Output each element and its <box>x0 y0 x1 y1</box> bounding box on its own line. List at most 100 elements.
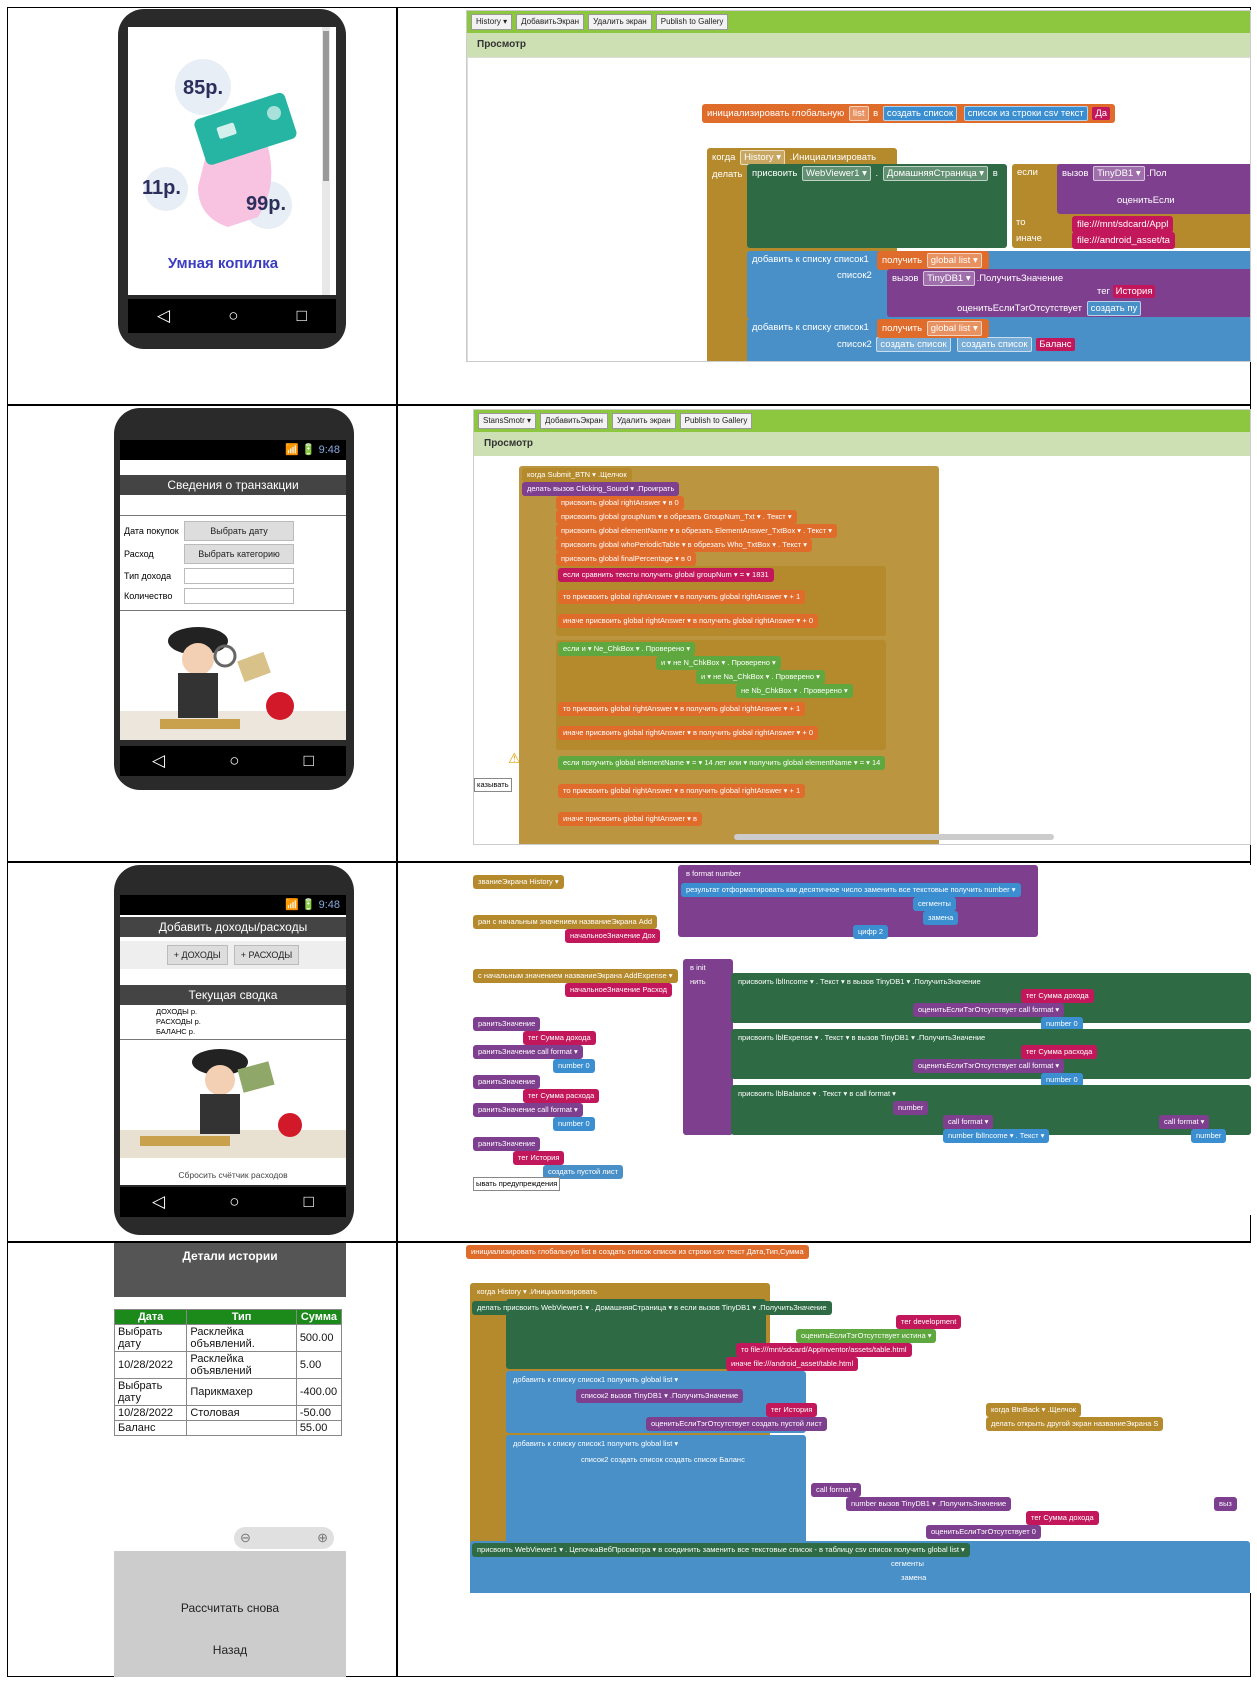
code-line[interactable]: добавить к списку список1 получить globa… <box>508 1373 684 1387</box>
code-line[interactable]: ранитьЗначение <box>473 1017 541 1031</box>
code-line[interactable]: иначе присвоить global rightAnswer ▾ в п… <box>558 726 819 740</box>
add-screen-button[interactable]: ДобавитьЭкран <box>540 413 608 429</box>
code-line[interactable]: если и ▾ Ne_ChkBox ▾ . Проверено ▾ <box>558 642 696 656</box>
zoom-in-icon[interactable]: ⊕ <box>317 1530 328 1546</box>
back-icon[interactable]: ◁ <box>152 751 165 771</box>
code-line[interactable]: number <box>893 1101 929 1115</box>
code-line[interactable]: тег Сумма дохода <box>1026 1511 1099 1525</box>
choose-category-button[interactable]: Выбрать категорию <box>184 544 294 564</box>
string-block[interactable]: file:///android_asset/ta <box>1072 232 1175 249</box>
code-line[interactable]: иначе file:///android_asset/table.html <box>726 1357 859 1371</box>
code-line[interactable]: присвоить global whoPeriodicTable ▾ в об… <box>556 538 813 552</box>
income-type-input[interactable] <box>184 568 294 584</box>
code-line[interactable]: выз <box>1214 1497 1237 1511</box>
code-line[interactable]: и ▾ не Na_ChkBox ▾ . Проверено ▾ <box>696 670 825 684</box>
tinydb-call-block[interactable]: вызов TinyDB1 ▾ .Пол оценитьЕсли <box>1057 164 1250 214</box>
add-to-list-block[interactable]: добавить к списку список1 список2 создат… <box>747 319 1250 361</box>
code-line[interactable]: присвоить global groupNum ▾ в обрезать G… <box>556 510 797 524</box>
code-line[interactable]: тег История <box>766 1403 818 1417</box>
code-line[interactable]: начальноеЗначение Расход <box>565 983 673 997</box>
get-global-block[interactable]: получить global list ▾ <box>877 319 989 338</box>
code-line[interactable]: сегменты <box>886 1557 929 1571</box>
code-line[interactable]: если получить global elementName ▾ = ▾ 1… <box>558 756 886 770</box>
code-line[interactable]: замена <box>896 1571 932 1585</box>
code-line[interactable]: замена <box>923 911 959 925</box>
recents-icon[interactable]: □ <box>304 751 314 771</box>
code-line[interactable]: иначе присвоить global rightAnswer ▾ в п… <box>558 614 819 628</box>
code-line[interactable]: оценитьЕслиТэгОтсутствует 0 <box>926 1525 1041 1539</box>
add-income-button[interactable]: + ДОХОДЫ <box>166 945 228 965</box>
code-line[interactable]: тег development <box>896 1315 962 1329</box>
code-line[interactable]: тег Сумма дохода <box>1021 989 1094 1003</box>
code-line[interactable]: добавить к списку список1 получить globa… <box>508 1437 684 1451</box>
code-line[interactable]: то присвоить global rightAnswer ▾ в полу… <box>558 702 806 716</box>
code-line[interactable]: цифр 2 <box>853 925 889 939</box>
add-screen-button[interactable]: ДобавитьЭкран <box>516 14 585 30</box>
recents-icon[interactable]: □ <box>297 306 307 326</box>
remove-screen-button[interactable]: Удалить экран <box>611 413 676 429</box>
string-block[interactable]: file:///mnt/sdcard/Appl <box>1072 216 1174 233</box>
code-line[interactable]: тег История <box>513 1151 565 1165</box>
code-line[interactable]: number 0 <box>553 1059 595 1073</box>
code-line[interactable]: call format ▾ <box>943 1115 994 1129</box>
code-line[interactable]: список2 вызов TinyDB1 ▾ .ПолучитьЗначени… <box>576 1389 744 1403</box>
code-line[interactable]: присвоить lblBalance ▾ . Текст ▾ в call … <box>733 1087 901 1101</box>
code-line[interactable]: то присвоить global rightAnswer ▾ в полу… <box>558 590 806 604</box>
code-line[interactable]: когда Submit_BTN ▾ .Щелчок <box>522 468 632 482</box>
code-line[interactable]: то file:///mnt/sdcard/AppInventor/assets… <box>736 1343 912 1357</box>
code-line[interactable]: ранитьЗначение <box>473 1137 541 1151</box>
code-line[interactable]: делать открыть другой экран названиеЭкра… <box>986 1417 1164 1431</box>
home-icon[interactable]: ○ <box>229 751 239 771</box>
code-line[interactable]: когда History ▾ .Инициализировать <box>472 1285 603 1299</box>
amount-input[interactable] <box>184 588 294 604</box>
code-line[interactable]: иначе присвоить global rightAnswer ▾ в <box>558 812 702 826</box>
back-button[interactable]: Назад <box>114 1643 346 1657</box>
show-warnings-toggle[interactable]: ывать предупреждения <box>473 1177 561 1191</box>
publish-button[interactable]: Publish to Gallery <box>655 14 729 30</box>
publish-button[interactable]: Publish to Gallery <box>679 413 753 429</box>
recents-icon[interactable]: □ <box>304 1192 314 1212</box>
code-line[interactable]: в format number <box>681 867 746 881</box>
code-line[interactable]: с начальным значением названиеЭкрана Add… <box>473 969 678 983</box>
back-icon[interactable]: ◁ <box>152 1192 165 1212</box>
code-line[interactable]: если сравнить тексты получить global gro… <box>558 568 774 582</box>
code-line[interactable]: присвоить global elementName ▾ в обрезат… <box>556 524 838 538</box>
code-line[interactable]: присвоить global rightAnswer ▾ в 0 <box>556 496 684 510</box>
code-line[interactable]: оценитьЕслиТэгОтсутствует создать пустой… <box>646 1417 827 1431</box>
code-line[interactable]: делать присвоить WebViewer1 ▾ . Домашняя… <box>472 1301 832 1315</box>
code-line[interactable]: оценитьЕслиТэгОтсутствует call format ▾ <box>913 1059 1065 1073</box>
horizontal-scrollbar[interactable] <box>734 834 1054 840</box>
screen-selector[interactable]: StansSmotr ▾ <box>478 413 537 429</box>
set-homepage-block[interactable]: присвоить WebViewer1 ▾ . ДомашняяСтраниц… <box>747 164 1007 248</box>
tinydb-getvalue-block[interactable]: вызов TinyDB1 ▾ .ПолучитьЗначение тег Ист… <box>887 269 1250 317</box>
code-line[interactable]: call format ▾ <box>1159 1115 1210 1129</box>
code-line[interactable]: number вызов TinyDB1 ▾ .ПолучитьЗначение <box>846 1497 1012 1511</box>
code-line[interactable]: number <box>1191 1129 1227 1143</box>
zoom-control[interactable]: ⊖ ⊕ <box>234 1527 334 1549</box>
reset-expenses-button[interactable]: Сбросить счётчик расходов <box>120 1170 346 1180</box>
code-line[interactable]: званиеЭкрана History ▾ <box>473 875 564 889</box>
code-line[interactable]: call format ▾ <box>811 1483 862 1497</box>
code-line[interactable]: делать вызов Clicking_Sound ▾ .Проиграть <box>522 482 680 496</box>
code-line[interactable]: ранитьЗначение call format ▾ <box>473 1045 583 1059</box>
home-icon[interactable]: ○ <box>229 1192 239 1212</box>
code-line[interactable]: когда BtnBack ▾ .Щелчок <box>986 1403 1082 1417</box>
choose-date-button[interactable]: Выбрать дату <box>184 521 294 541</box>
code-line[interactable]: список2 создать список создать список Ба… <box>576 1453 750 1467</box>
code-line[interactable]: тег Сумма расхода <box>1021 1045 1098 1059</box>
code-line[interactable]: number 0 <box>553 1117 595 1131</box>
zoom-out-icon[interactable]: ⊖ <box>240 1530 251 1546</box>
warning-icon[interactable]: ⚠ <box>508 750 521 767</box>
code-line[interactable]: присвоить WebViewer1 ▾ . ЦепочкаВебПросм… <box>472 1543 970 1557</box>
code-line[interactable]: ранитьЗначение call format ▾ <box>473 1103 583 1117</box>
code-line[interactable]: то присвоить global rightAnswer ▾ в полу… <box>558 784 806 798</box>
screen-selector[interactable]: History ▾ <box>471 14 513 30</box>
code-line[interactable]: присвоить lblExpense ▾ . Текст ▾ в вызов… <box>733 1031 991 1045</box>
code-line[interactable]: результат отформатировать как десятичное… <box>681 883 1021 897</box>
home-icon[interactable]: ○ <box>228 306 238 326</box>
recalculate-button[interactable]: Рассчитать снова <box>114 1601 346 1615</box>
code-line[interactable]: оценитьЕслиТэгОтсутствует call format ▾ <box>913 1003 1065 1017</box>
scrollbar[interactable] <box>322 27 330 295</box>
code-line[interactable]: тег Сумма расхода <box>523 1089 600 1103</box>
code-line[interactable]: ран с начальным значением названиеЭкрана… <box>473 915 658 929</box>
